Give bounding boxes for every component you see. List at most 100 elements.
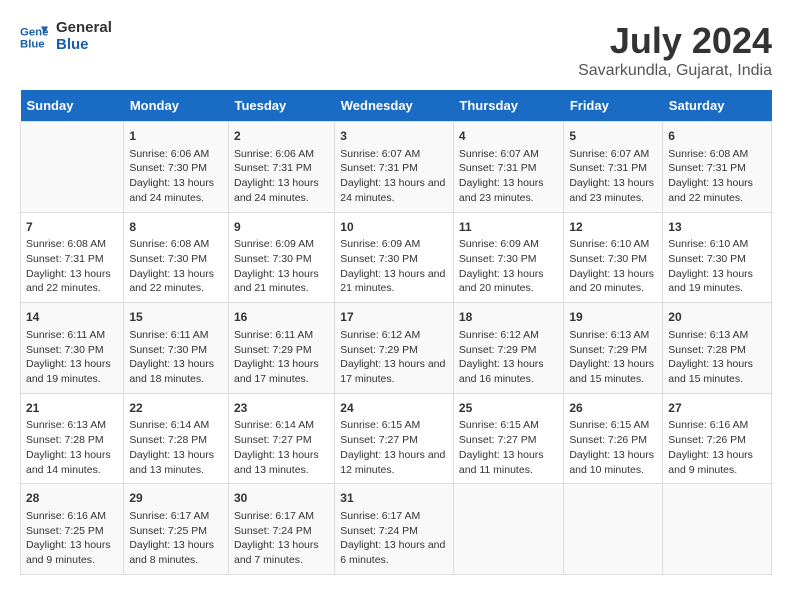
day-number: 24 bbox=[340, 400, 448, 417]
day-info: Sunrise: 6:13 AM bbox=[569, 328, 657, 343]
header-saturday: Saturday bbox=[663, 90, 772, 122]
day-info: Sunrise: 6:06 AM bbox=[129, 147, 223, 162]
day-number: 12 bbox=[569, 219, 657, 236]
day-info: Daylight: 13 hours and 9 minutes. bbox=[668, 448, 766, 477]
logo-icon: General Blue bbox=[20, 23, 48, 51]
day-info: Sunrise: 6:10 AM bbox=[668, 237, 766, 252]
day-info: Sunrise: 6:16 AM bbox=[26, 509, 118, 524]
day-number: 23 bbox=[234, 400, 329, 417]
day-info: Sunset: 7:30 PM bbox=[668, 252, 766, 267]
calendar-header-row: SundayMondayTuesdayWednesdayThursdayFrid… bbox=[21, 90, 772, 122]
day-number: 25 bbox=[459, 400, 558, 417]
day-number: 9 bbox=[234, 219, 329, 236]
day-number: 13 bbox=[668, 219, 766, 236]
calendar-cell: 7Sunrise: 6:08 AMSunset: 7:31 PMDaylight… bbox=[21, 212, 124, 303]
day-number: 10 bbox=[340, 219, 448, 236]
day-info: Sunset: 7:27 PM bbox=[234, 433, 329, 448]
page-header: General Blue General Blue July 2024 Sava… bbox=[20, 20, 772, 80]
day-info: Sunrise: 6:12 AM bbox=[340, 328, 448, 343]
day-info: Sunset: 7:28 PM bbox=[668, 343, 766, 358]
day-info: Daylight: 13 hours and 14 minutes. bbox=[26, 448, 118, 477]
calendar-cell: 3Sunrise: 6:07 AMSunset: 7:31 PMDaylight… bbox=[335, 122, 454, 213]
day-info: Sunrise: 6:13 AM bbox=[26, 418, 118, 433]
day-number: 31 bbox=[340, 490, 448, 507]
day-info: Sunrise: 6:12 AM bbox=[459, 328, 558, 343]
day-number: 19 bbox=[569, 309, 657, 326]
day-info: Daylight: 13 hours and 21 minutes. bbox=[340, 267, 448, 296]
day-info: Daylight: 13 hours and 16 minutes. bbox=[459, 357, 558, 386]
day-info: Daylight: 13 hours and 23 minutes. bbox=[569, 176, 657, 205]
day-info: Daylight: 13 hours and 18 minutes. bbox=[129, 357, 223, 386]
subtitle: Savarkundla, Gujarat, India bbox=[578, 62, 772, 80]
calendar-cell: 8Sunrise: 6:08 AMSunset: 7:30 PMDaylight… bbox=[124, 212, 229, 303]
day-info: Sunset: 7:30 PM bbox=[234, 252, 329, 267]
day-info: Sunrise: 6:09 AM bbox=[234, 237, 329, 252]
day-info: Sunrise: 6:07 AM bbox=[459, 147, 558, 162]
day-info: Sunset: 7:29 PM bbox=[234, 343, 329, 358]
header-friday: Friday bbox=[564, 90, 663, 122]
calendar-cell bbox=[564, 484, 663, 575]
logo-line2: Blue bbox=[56, 37, 112, 54]
header-tuesday: Tuesday bbox=[228, 90, 334, 122]
calendar-cell: 2Sunrise: 6:06 AMSunset: 7:31 PMDaylight… bbox=[228, 122, 334, 213]
day-info: Sunset: 7:25 PM bbox=[129, 524, 223, 539]
day-info: Sunrise: 6:08 AM bbox=[129, 237, 223, 252]
calendar-cell: 27Sunrise: 6:16 AMSunset: 7:26 PMDayligh… bbox=[663, 393, 772, 484]
day-number: 18 bbox=[459, 309, 558, 326]
calendar-cell: 29Sunrise: 6:17 AMSunset: 7:25 PMDayligh… bbox=[124, 484, 229, 575]
day-info: Sunrise: 6:17 AM bbox=[129, 509, 223, 524]
calendar-cell: 4Sunrise: 6:07 AMSunset: 7:31 PMDaylight… bbox=[453, 122, 563, 213]
logo-line1: General bbox=[56, 20, 112, 37]
day-info: Sunset: 7:31 PM bbox=[234, 161, 329, 176]
day-number: 15 bbox=[129, 309, 223, 326]
calendar-cell: 25Sunrise: 6:15 AMSunset: 7:27 PMDayligh… bbox=[453, 393, 563, 484]
calendar-week-row: 1Sunrise: 6:06 AMSunset: 7:30 PMDaylight… bbox=[21, 122, 772, 213]
calendar-cell: 12Sunrise: 6:10 AMSunset: 7:30 PMDayligh… bbox=[564, 212, 663, 303]
day-info: Sunset: 7:29 PM bbox=[340, 343, 448, 358]
day-info: Sunset: 7:30 PM bbox=[129, 343, 223, 358]
calendar-cell: 19Sunrise: 6:13 AMSunset: 7:29 PMDayligh… bbox=[564, 303, 663, 394]
day-info: Sunset: 7:30 PM bbox=[26, 343, 118, 358]
day-info: Daylight: 13 hours and 22 minutes. bbox=[26, 267, 118, 296]
day-number: 11 bbox=[459, 219, 558, 236]
day-info: Sunset: 7:30 PM bbox=[129, 161, 223, 176]
calendar-cell: 13Sunrise: 6:10 AMSunset: 7:30 PMDayligh… bbox=[663, 212, 772, 303]
day-number: 3 bbox=[340, 128, 448, 145]
day-info: Daylight: 13 hours and 15 minutes. bbox=[569, 357, 657, 386]
day-info: Daylight: 13 hours and 9 minutes. bbox=[26, 538, 118, 567]
calendar-table: SundayMondayTuesdayWednesdayThursdayFrid… bbox=[20, 90, 772, 575]
day-info: Sunset: 7:30 PM bbox=[340, 252, 448, 267]
day-info: Sunrise: 6:06 AM bbox=[234, 147, 329, 162]
day-info: Daylight: 13 hours and 23 minutes. bbox=[459, 176, 558, 205]
calendar-cell: 30Sunrise: 6:17 AMSunset: 7:24 PMDayligh… bbox=[228, 484, 334, 575]
day-info: Sunrise: 6:15 AM bbox=[340, 418, 448, 433]
day-number: 6 bbox=[668, 128, 766, 145]
day-number: 28 bbox=[26, 490, 118, 507]
day-info: Sunset: 7:26 PM bbox=[569, 433, 657, 448]
calendar-cell: 18 Sunrise: 6:12 AMSunset: 7:29 PMDayligh… bbox=[453, 303, 563, 394]
header-thursday: Thursday bbox=[453, 90, 563, 122]
day-number: 16 bbox=[234, 309, 329, 326]
day-number: 8 bbox=[129, 219, 223, 236]
calendar-cell: 23Sunrise: 6:14 AMSunset: 7:27 PMDayligh… bbox=[228, 393, 334, 484]
day-number: 5 bbox=[569, 128, 657, 145]
day-info: Daylight: 13 hours and 24 minutes. bbox=[129, 176, 223, 205]
day-info: Sunrise: 6:14 AM bbox=[234, 418, 329, 433]
day-info: Daylight: 13 hours and 11 minutes. bbox=[459, 448, 558, 477]
day-info: Sunrise: 6:17 AM bbox=[234, 509, 329, 524]
day-info: Sunset: 7:29 PM bbox=[459, 343, 558, 358]
day-info: Sunset: 7:27 PM bbox=[459, 433, 558, 448]
day-number: 20 bbox=[668, 309, 766, 326]
calendar-cell: 26Sunrise: 6:15 AMSunset: 7:26 PMDayligh… bbox=[564, 393, 663, 484]
day-number: 4 bbox=[459, 128, 558, 145]
day-info: Sunset: 7:31 PM bbox=[668, 161, 766, 176]
calendar-cell: 10Sunrise: 6:09 AMSunset: 7:30 PMDayligh… bbox=[335, 212, 454, 303]
calendar-cell: 28Sunrise: 6:16 AMSunset: 7:25 PMDayligh… bbox=[21, 484, 124, 575]
day-info: Sunset: 7:31 PM bbox=[26, 252, 118, 267]
day-info: Sunset: 7:30 PM bbox=[459, 252, 558, 267]
day-info: Sunrise: 6:15 AM bbox=[569, 418, 657, 433]
day-info: Sunrise: 6:13 AM bbox=[668, 328, 766, 343]
day-info: Sunrise: 6:11 AM bbox=[26, 328, 118, 343]
day-info: Sunrise: 6:11 AM bbox=[129, 328, 223, 343]
header-monday: Monday bbox=[124, 90, 229, 122]
